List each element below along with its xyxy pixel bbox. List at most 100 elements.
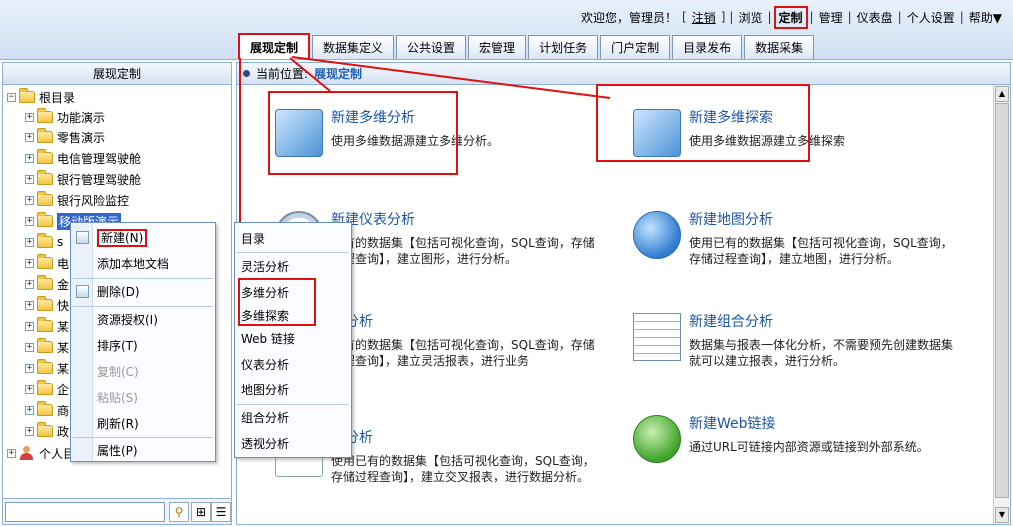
tree-item[interactable]: + 功能演示: [25, 107, 105, 127]
submenu-item-combo-analysis[interactable]: 组合分析: [235, 407, 347, 429]
nav-help[interactable]: 帮助▼: [966, 9, 1005, 26]
tree-item[interactable]: + 电: [25, 253, 69, 273]
folder-icon: [37, 149, 53, 164]
scroll-up-icon[interactable]: ▲: [995, 86, 1009, 102]
menu-label: 复制(C): [97, 365, 139, 379]
menu-item-authorize[interactable]: 资源授权(I): [71, 309, 213, 331]
expand-icon[interactable]: +: [25, 258, 34, 268]
submenu-item-pivot-analysis[interactable]: 透视分析: [235, 433, 347, 455]
card-new-olap-explore[interactable]: 新建多维探索 使用多维数据源建立多维探索: [633, 105, 973, 185]
submenu-item-olap-analysis[interactable]: 多维分析: [235, 282, 347, 304]
tab-dataset[interactable]: 数据集定义: [312, 35, 395, 59]
nav-personal-settings[interactable]: 个人设置: [904, 9, 958, 26]
menu-item-delete[interactable]: 删除(D): [71, 281, 213, 303]
folder-icon: [37, 275, 53, 290]
breadcrumb-current[interactable]: 展现定制: [314, 65, 362, 82]
logout-link[interactable]: 注销: [689, 9, 719, 26]
expand-icon[interactable]: +: [25, 153, 34, 163]
submenu-item-web-link[interactable]: Web 链接: [235, 328, 347, 350]
tab-macro[interactable]: 宏管理: [468, 35, 527, 59]
nav-dashboard[interactable]: 仪表盘: [854, 9, 896, 26]
tab-data-collection[interactable]: 数据采集: [744, 35, 815, 59]
expand-icon[interactable]: +: [25, 405, 34, 415]
menu-item-properties[interactable]: 属性(P): [71, 440, 213, 462]
tab-public-settings[interactable]: 公共设置: [396, 35, 467, 59]
card-desc: 通过URL可链接内部资源或链接到外部系统。: [689, 440, 929, 454]
expand-icon[interactable]: +: [25, 321, 34, 331]
card-new-web-link[interactable]: 新建Web链接 通过URL可链接内部资源或链接到外部系统。: [633, 411, 973, 491]
submenu-item-directory[interactable]: 目录: [235, 228, 347, 250]
expand-icon[interactable]: +: [25, 174, 34, 184]
submenu-item-olap-explore[interactable]: 多维探索: [235, 305, 347, 327]
tree-structure-icon[interactable]: ⊞: [191, 502, 211, 522]
tree-label: 某: [57, 361, 70, 376]
tree-item[interactable]: + 电信管理驾驶舱: [25, 148, 141, 168]
tab-portal[interactable]: 门户定制: [600, 35, 671, 59]
expand-icon[interactable]: +: [25, 195, 34, 205]
expand-icon[interactable]: +: [25, 216, 34, 226]
tree-item[interactable]: + 零售演示: [25, 127, 105, 147]
card-title[interactable]: 新建组合分析: [689, 311, 773, 331]
nav-customize[interactable]: 定制: [773, 5, 808, 29]
expand-icon[interactable]: +: [25, 237, 34, 247]
tree-item[interactable]: + 银行管理驾驶舱: [25, 169, 141, 189]
tab-catalog-publish[interactable]: 目录发布: [672, 35, 743, 59]
menu-item-add-local-doc[interactable]: 添加本地文档: [71, 253, 213, 275]
tree-search-input[interactable]: [5, 502, 165, 522]
submenu-item-gauge-analysis[interactable]: 仪表分析: [235, 354, 347, 376]
menu-item-new[interactable]: 新建(N): [71, 227, 213, 249]
card-title[interactable]: 新建多维分析: [331, 107, 415, 127]
search-icon[interactable]: ⚲: [169, 502, 189, 522]
expand-icon[interactable]: +: [25, 132, 34, 142]
new-submenu: 目录 灵活分析 多维分析 多维探索 Web 链接 仪表分析 地图分析 组合分析 …: [234, 222, 352, 458]
expand-icon[interactable]: +: [25, 384, 34, 394]
tree-root[interactable]: − 根目录: [7, 87, 75, 107]
tab-presentation[interactable]: 展现定制: [238, 33, 311, 59]
tree-item[interactable]: + 银行风险监控: [25, 190, 129, 210]
card-new-combo[interactable]: 新建组合分析 数据集与报表一体化分析，不需要预先创建数据集就可以建立报表，进行分…: [633, 309, 973, 389]
nav-manage[interactable]: 管理: [816, 9, 846, 26]
nav-browse[interactable]: 浏览: [735, 9, 765, 26]
tab-schedule[interactable]: 计划任务: [528, 35, 599, 59]
tree-item[interactable]: + 商: [25, 400, 69, 420]
scroll-thumb[interactable]: [995, 103, 1009, 498]
tree-item[interactable]: + 政: [25, 421, 69, 441]
nav-divider: |: [729, 10, 734, 24]
collapse-icon[interactable]: −: [7, 92, 16, 102]
expand-icon[interactable]: +: [25, 426, 34, 436]
folder-icon: [37, 401, 53, 416]
breadcrumb-prefix: 当前位置:: [256, 67, 309, 81]
card-title[interactable]: 新建多维探索: [689, 107, 773, 127]
vertical-scrollbar[interactable]: ▲ ▼: [993, 85, 1010, 524]
expand-icon[interactable]: +: [25, 300, 34, 310]
tree-item[interactable]: + 金: [25, 274, 69, 294]
expand-icon[interactable]: +: [25, 112, 34, 122]
tab-bar: 展现定制 数据集定义 公共设置 宏管理 计划任务 门户定制 目录发布 数据采集: [238, 33, 816, 59]
menu-label: 刷新(R): [97, 417, 139, 431]
card-desc: 使用已有的数据集【包括可视化查询，SQL查询，存储过程查询】，建立地图，进行分析…: [689, 236, 953, 266]
menu-item-copy[interactable]: 复制(C): [71, 361, 213, 383]
tree-label: 金: [57, 277, 70, 292]
tree-item[interactable]: + 某: [25, 358, 69, 378]
tree-item[interactable]: + 某: [25, 337, 69, 357]
tree-item[interactable]: + 企: [25, 379, 69, 399]
folder-icon: [37, 359, 53, 374]
menu-item-sort[interactable]: 排序(T): [71, 335, 213, 357]
expand-icon[interactable]: +: [7, 448, 16, 458]
scroll-down-icon[interactable]: ▼: [995, 507, 1009, 523]
card-title[interactable]: 新建地图分析: [689, 209, 773, 229]
tree-item[interactable]: + 某: [25, 316, 69, 336]
expand-icon[interactable]: +: [25, 363, 34, 373]
expand-icon[interactable]: +: [25, 342, 34, 352]
list-view-icon[interactable]: ☰: [211, 502, 231, 522]
submenu-item-flex-analysis[interactable]: 灵活分析: [235, 256, 347, 278]
card-new-map[interactable]: 新建地图分析 使用已有的数据集【包括可视化查询，SQL查询，存储过程查询】，建立…: [633, 207, 973, 287]
menu-item-refresh[interactable]: 刷新(R): [71, 413, 213, 435]
expand-icon[interactable]: +: [25, 279, 34, 289]
card-new-olap[interactable]: 新建多维分析 使用多维数据源建立多维分析。: [275, 105, 615, 185]
tree-item[interactable]: + 快: [25, 295, 69, 315]
card-title[interactable]: 新建Web链接: [689, 413, 776, 433]
menu-item-paste[interactable]: 粘贴(S): [71, 387, 213, 409]
tree-item[interactable]: + s: [25, 232, 63, 252]
submenu-item-map-analysis[interactable]: 地图分析: [235, 379, 347, 401]
